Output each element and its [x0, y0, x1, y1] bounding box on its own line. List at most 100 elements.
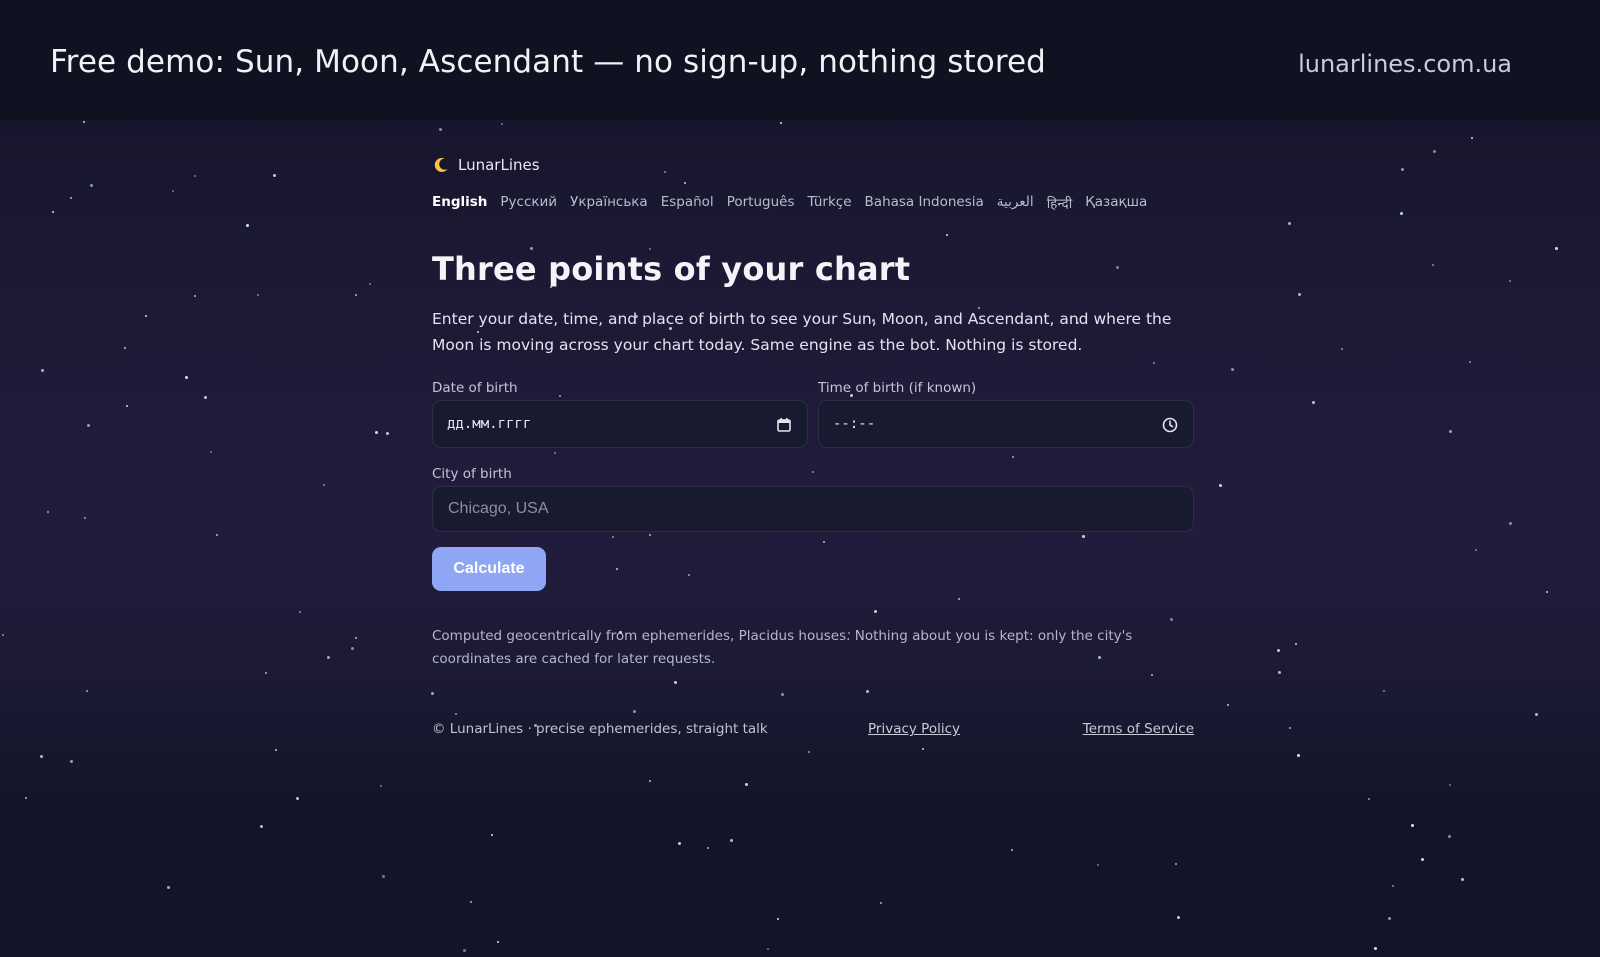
star	[265, 672, 267, 674]
star	[194, 295, 196, 297]
terms-of-service-link[interactable]: Terms of Service	[1083, 721, 1194, 737]
star	[1392, 885, 1394, 887]
star	[83, 121, 85, 123]
banner-text: Free demo: Sun, Moon, Ascendant — no sig…	[50, 44, 1046, 80]
star	[246, 224, 249, 227]
star	[185, 376, 188, 379]
star	[1227, 704, 1229, 706]
star	[1297, 754, 1300, 757]
date-input[interactable]: дд.мм.гггг	[432, 400, 808, 448]
star	[275, 749, 277, 751]
lang-kazakh[interactable]: Қазақша	[1085, 194, 1147, 212]
star	[745, 783, 748, 786]
star	[40, 755, 43, 758]
lang-arabic[interactable]: العربية	[997, 194, 1034, 212]
star	[1298, 293, 1301, 296]
star	[47, 511, 49, 513]
footer: © LunarLines · precise ephemerides, stra…	[432, 721, 1194, 745]
lang-portuguese[interactable]: Português	[727, 194, 795, 212]
star	[1374, 947, 1377, 950]
star	[257, 294, 259, 296]
star	[210, 451, 212, 453]
privacy-policy-link[interactable]: Privacy Policy	[868, 721, 960, 737]
footer-copyright: © LunarLines · precise ephemerides, stra…	[432, 721, 768, 737]
star	[84, 517, 86, 519]
star	[172, 190, 174, 192]
star	[1097, 864, 1099, 866]
star	[922, 748, 924, 750]
star	[1448, 835, 1451, 838]
lang-turkish[interactable]: Türkçe	[807, 194, 851, 212]
main-content: LunarLines English Русский Українська Es…	[432, 150, 1194, 745]
lang-spanish[interactable]: Español	[661, 194, 714, 212]
date-value: дд.мм.гггг	[447, 416, 532, 432]
star	[491, 834, 493, 836]
star	[145, 315, 147, 317]
calendar-icon[interactable]	[775, 416, 793, 434]
star	[204, 396, 207, 399]
star	[678, 842, 681, 845]
lang-hindi[interactable]: हिन्दी	[1047, 194, 1073, 212]
lang-russian[interactable]: Русский	[500, 194, 557, 212]
star	[1411, 824, 1414, 827]
star	[382, 875, 385, 878]
star	[1449, 430, 1452, 433]
time-input[interactable]: --:--	[818, 400, 1194, 448]
star	[296, 797, 299, 800]
star	[299, 611, 301, 613]
lang-english[interactable]: English	[432, 194, 487, 212]
brand[interactable]: LunarLines	[432, 150, 1194, 180]
star	[25, 797, 27, 799]
star	[327, 656, 330, 659]
star	[1535, 713, 1538, 716]
star	[386, 432, 389, 435]
lang-indonesian[interactable]: Bahasa Indonesia	[865, 194, 984, 212]
time-label: Time of birth (if known)	[818, 380, 977, 396]
star	[497, 941, 499, 943]
date-field: Date of birth дд.мм.гггг	[432, 380, 808, 448]
star	[1401, 168, 1404, 171]
star	[41, 369, 44, 372]
star	[1277, 649, 1280, 652]
star	[1461, 878, 1464, 881]
star	[1295, 643, 1297, 645]
star	[780, 122, 782, 124]
star	[1400, 212, 1403, 215]
intro-text: Enter your date, time, and place of birt…	[432, 310, 1172, 354]
star	[1509, 280, 1511, 282]
calculate-button[interactable]: Calculate	[432, 547, 546, 591]
star	[470, 901, 472, 903]
star	[260, 825, 263, 828]
star	[777, 918, 779, 920]
star	[1289, 727, 1291, 729]
clock-icon[interactable]	[1161, 416, 1179, 434]
star	[880, 902, 882, 904]
star	[501, 123, 503, 125]
star	[1555, 247, 1558, 250]
star	[1471, 137, 1473, 139]
star	[273, 174, 276, 177]
star	[1177, 916, 1180, 919]
crescent-moon-icon	[432, 156, 450, 174]
star	[808, 751, 810, 753]
star	[355, 294, 357, 296]
star	[90, 184, 93, 187]
star	[52, 211, 54, 213]
star	[351, 647, 354, 650]
star	[1383, 690, 1385, 692]
star	[355, 637, 357, 639]
city-input[interactable]	[432, 486, 1194, 532]
star	[439, 128, 442, 131]
star	[1278, 671, 1281, 674]
star	[126, 405, 128, 407]
lang-ukrainian[interactable]: Українська	[570, 194, 648, 212]
star	[124, 347, 126, 349]
brand-name: LunarLines	[458, 156, 540, 174]
star	[87, 424, 90, 427]
star	[380, 785, 382, 787]
demo-banner: Free demo: Sun, Moon, Ascendant — no sig…	[0, 0, 1600, 120]
time-field: Time of birth (if known) --:--	[818, 380, 1194, 448]
star	[1433, 150, 1436, 153]
star	[1312, 401, 1315, 404]
star	[1011, 849, 1013, 851]
